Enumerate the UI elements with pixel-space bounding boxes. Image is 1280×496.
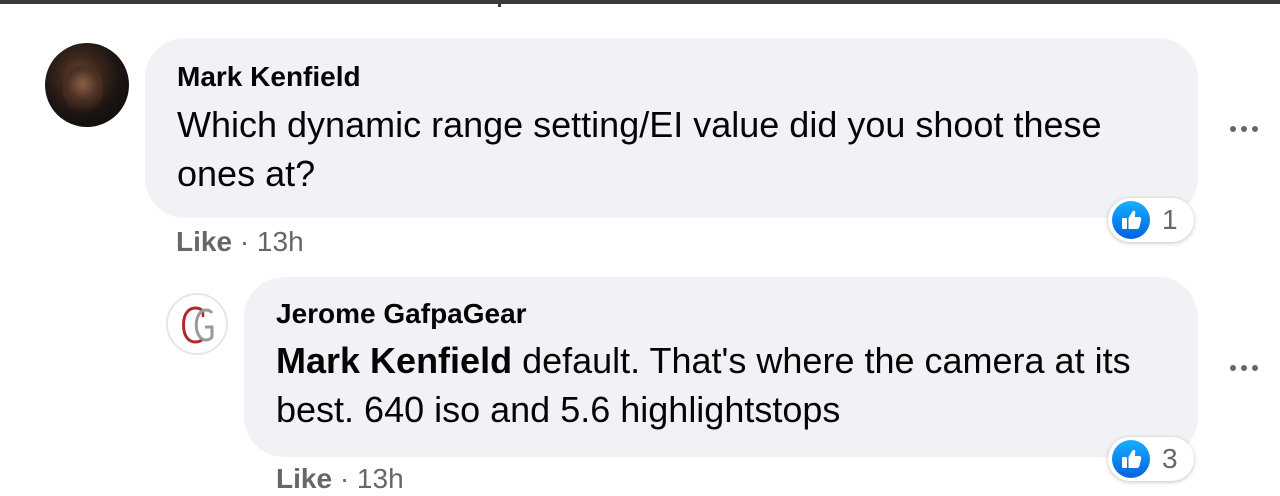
dot <box>1241 126 1247 132</box>
reaction-count: 1 <box>1162 204 1178 235</box>
like-button[interactable]: Like <box>276 463 332 494</box>
comment-author[interactable]: Mark Kenfield <box>177 60 361 94</box>
comment-timestamp[interactable]: 13h <box>357 463 404 494</box>
comment-timestamp[interactable]: 13h <box>257 226 304 257</box>
like-button[interactable]: Like <box>176 226 232 257</box>
comment-bubble: Mark Kenfield Which dynamic range settin… <box>145 38 1198 218</box>
dot <box>1252 126 1258 132</box>
meta-separator: · <box>339 463 350 494</box>
gafpagear-logo <box>182 306 214 344</box>
comment-meta: Like · 13h <box>176 225 304 259</box>
mention-link[interactable]: Mark Kenfield <box>276 340 512 381</box>
more-options-button[interactable] <box>1230 123 1260 135</box>
meta-separator: · <box>239 226 250 257</box>
top-divider <box>0 0 1280 4</box>
more-options-button[interactable] <box>1230 362 1260 374</box>
comment-bubble: Jerome GafpaGear Mark Kenfield default. … <box>244 277 1198 457</box>
avatar-photo <box>63 65 103 113</box>
reactions-summary[interactable]: 1 <box>1108 198 1194 242</box>
thumbs-up-icon <box>1112 201 1150 239</box>
dot <box>1241 365 1247 371</box>
comment-meta: Like · 13h <box>276 462 404 496</box>
comment-author[interactable]: Jerome GafpaGear <box>276 297 527 331</box>
dot <box>1252 365 1258 371</box>
dot <box>1230 365 1236 371</box>
avatar[interactable] <box>45 43 129 127</box>
top-divider-notch <box>498 4 501 7</box>
thumbs-up-icon <box>1112 440 1150 478</box>
reaction-count: 3 <box>1162 443 1178 474</box>
comment-text: Mark Kenfield default. That's where the … <box>276 336 1176 434</box>
reactions-summary[interactable]: 3 <box>1108 437 1194 481</box>
avatar[interactable] <box>166 293 228 355</box>
comment-body: Which dynamic range setting/EI value did… <box>177 104 1102 194</box>
comment-text: Which dynamic range setting/EI value did… <box>177 100 1177 198</box>
dot <box>1230 126 1236 132</box>
